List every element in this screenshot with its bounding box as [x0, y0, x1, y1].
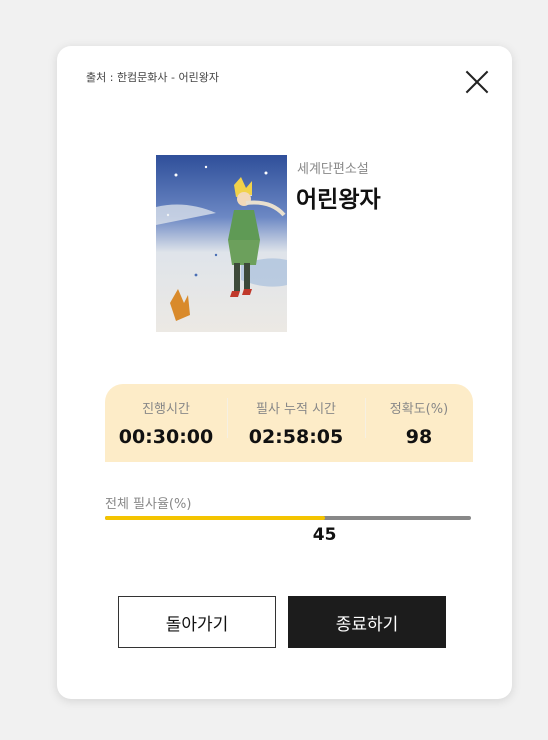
- stat-value: 02:58:05: [248, 426, 344, 448]
- book-title: 어린왕자: [296, 187, 381, 213]
- stat-total-time: 필사 누적 시간 02:58:05: [227, 384, 365, 462]
- progress-value: 45: [312, 525, 337, 545]
- progress-bar: [105, 516, 471, 520]
- stat-value: 00:30:00: [118, 426, 214, 448]
- stats-panel: 진행시간 00:30:00 필사 누적 시간 02:58:05 정확도(%) 9…: [105, 384, 473, 462]
- stat-elapsed-time: 진행시간 00:30:00: [105, 384, 227, 462]
- end-button[interactable]: 종료하기: [288, 596, 446, 648]
- close-icon[interactable]: [463, 68, 491, 96]
- progress-bar-fill: [105, 516, 325, 520]
- stat-label: 필사 누적 시간: [255, 402, 337, 417]
- back-button[interactable]: 돌아가기: [118, 596, 276, 648]
- result-modal: 출처 : 한컴문화사 - 어린왕자 세계단편소설 어린왕자 진행시간 00:30…: [57, 46, 512, 699]
- book-cover-image: [156, 155, 287, 332]
- stat-label: 진행시간: [142, 402, 190, 417]
- stat-accuracy: 정확도(%) 98: [365, 384, 473, 462]
- stat-value: 98: [405, 426, 433, 448]
- stat-label: 정확도(%): [389, 402, 449, 417]
- progress-label: 전체 필사율(%): [105, 497, 192, 512]
- book-category: 세계단편소설: [297, 162, 369, 177]
- source-text: 출처 : 한컴문화사 - 어린왕자: [86, 71, 219, 84]
